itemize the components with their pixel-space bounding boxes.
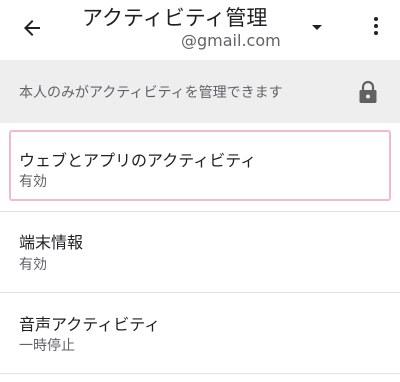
- list-item-voice-activity[interactable]: 音声アクティビティ 一時停止: [0, 293, 400, 373]
- arrow-back-icon: [24, 20, 40, 36]
- app-bar: アクティビティ管理 @gmail.com: [0, 0, 400, 60]
- item-status: 一時停止: [19, 338, 75, 354]
- lock-icon: [359, 80, 377, 103]
- back-button[interactable]: [14, 10, 50, 46]
- privacy-banner: 本人のみがアクティビティを管理できます: [0, 60, 400, 123]
- activity-controls-screen: アクティビティ管理 @gmail.com 本人のみがアクティビティを管理できます…: [0, 0, 400, 382]
- item-title: ウェブとアプリのアクティビティ: [19, 151, 257, 170]
- item-title: 音声アクティビティ: [19, 315, 161, 334]
- list-item-web-app-activity[interactable]: ウェブとアプリのアクティビティ 有効: [0, 123, 400, 211]
- account-switcher-button[interactable]: [304, 14, 330, 40]
- privacy-banner-text: 本人のみがアクティビティを管理できます: [19, 85, 283, 101]
- item-title: 端末情報: [19, 233, 84, 252]
- item-status: 有効: [19, 174, 47, 190]
- divider: [0, 373, 400, 374]
- more-options-button[interactable]: [362, 10, 390, 42]
- more-vert-icon: [374, 17, 378, 35]
- page-title: アクティビティ管理: [82, 6, 268, 30]
- account-email: @gmail.com: [181, 31, 281, 50]
- list-item-device-information[interactable]: 端末情報 有効: [0, 212, 400, 292]
- item-status: 有効: [19, 257, 47, 273]
- arrow-drop-down-icon: [312, 25, 322, 30]
